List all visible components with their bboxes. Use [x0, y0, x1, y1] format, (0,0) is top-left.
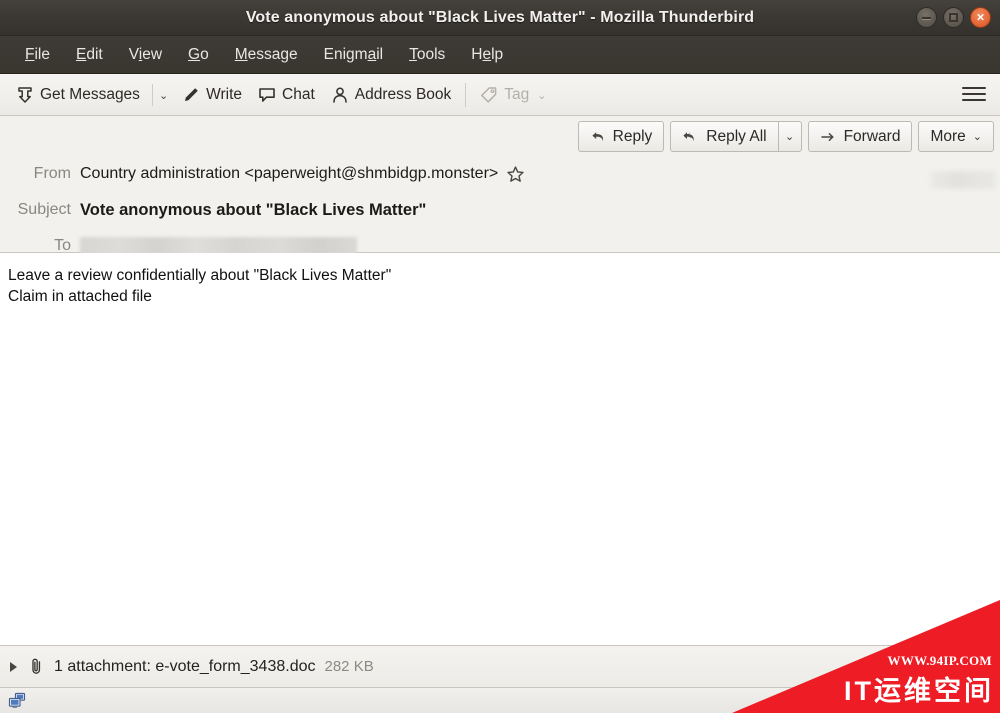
- get-messages-dropdown[interactable]: ⌄: [157, 89, 174, 102]
- from-address-text: Country administration <paperweight@shmb…: [80, 165, 499, 182]
- menu-edit[interactable]: Edit: [63, 46, 116, 64]
- chat-label: Chat: [282, 85, 315, 103]
- expand-twisty-icon[interactable]: [10, 661, 17, 672]
- minimize-button[interactable]: [916, 7, 937, 28]
- more-button[interactable]: More ⌄: [918, 121, 994, 152]
- header-row-subject: Subject Vote anonymous about "Black Live…: [0, 192, 1000, 228]
- hamburger-line-1: [962, 87, 986, 89]
- reply-all-label: Reply All: [706, 127, 767, 145]
- menu-go[interactable]: Go: [175, 46, 222, 64]
- menu-tools[interactable]: Tools: [396, 46, 458, 64]
- subject-value: Vote anonymous about "Black Lives Matter…: [80, 200, 427, 219]
- menu-file[interactable]: File: [12, 46, 63, 64]
- tag-icon: [480, 86, 498, 104]
- download-icon: [16, 86, 34, 104]
- chat-button[interactable]: Chat: [250, 79, 323, 111]
- hamburger-line-3: [962, 99, 986, 101]
- window-title: Vote anonymous about "Black Lives Matter…: [245, 8, 755, 26]
- reply-arrow-icon: [590, 129, 606, 145]
- attachment-summary: 1 attachment: e-vote_form_3438.doc: [54, 657, 316, 675]
- chat-bubble-icon: [258, 86, 276, 104]
- reply-button[interactable]: Reply: [577, 121, 665, 152]
- attachment-bar[interactable]: 1 attachment: e-vote_form_3438.doc 282 K…: [0, 645, 1000, 688]
- menu-message[interactable]: Message: [222, 46, 311, 64]
- address-book-label: Address Book: [354, 85, 452, 103]
- reply-all-dropdown[interactable]: ⌄: [777, 121, 802, 152]
- from-label: From: [33, 165, 71, 182]
- body-line-2: Claim in attached file: [8, 288, 152, 305]
- forward-button[interactable]: Forward: [807, 121, 913, 152]
- thunderbird-window: Vote anonymous about "Black Lives Matter…: [0, 0, 1000, 713]
- menu-view[interactable]: View: [116, 46, 175, 64]
- tag-label: Tag: [504, 85, 530, 103]
- hamburger-line-2: [962, 93, 986, 95]
- forward-arrow-icon: [820, 129, 837, 145]
- tag-dropdown-caret: ⌄: [537, 90, 547, 102]
- get-messages-button[interactable]: Get Messages: [8, 79, 148, 111]
- app-menu-button[interactable]: [962, 83, 986, 105]
- header-row-from: From Country administration <paperweight…: [0, 156, 1000, 192]
- reply-all-button[interactable]: Reply All: [670, 121, 778, 152]
- titlebar: Vote anonymous about "Black Lives Matter…: [0, 0, 1000, 36]
- more-label: More: [930, 127, 966, 145]
- reply-all-arrow-icon: [682, 129, 699, 145]
- get-messages-label: Get Messages: [40, 85, 140, 103]
- minimize-icon: [922, 16, 931, 19]
- message-header-pane: Reply Reply All ⌄ Forward More ⌄ From Co…: [0, 116, 1000, 256]
- write-button[interactable]: Write: [174, 79, 250, 111]
- message-action-buttons: Reply Reply All ⌄ Forward More ⌄: [577, 121, 994, 152]
- body-line-1: Leave a review confidentially about "Bla…: [8, 267, 392, 284]
- attachment-size: 282 KB: [324, 658, 374, 675]
- subject-label: Subject: [17, 201, 71, 218]
- tag-button[interactable]: Tag ⌄: [472, 79, 560, 111]
- menubar: File Edit View Go Message Enigmail Tools…: [0, 36, 1000, 74]
- pencil-icon: [182, 86, 200, 104]
- message-body: Leave a review confidentially about "Bla…: [0, 253, 1000, 645]
- maximize-button[interactable]: [943, 7, 964, 28]
- reply-all-group: Reply All ⌄: [670, 121, 802, 152]
- toolbar-divider-2: [465, 82, 467, 107]
- menu-enigmail[interactable]: Enigmail: [311, 46, 396, 64]
- toolbar-divider-1: [151, 83, 153, 106]
- more-caret-icon: ⌄: [972, 131, 982, 143]
- window-controls: ×: [916, 7, 991, 28]
- forward-label: Forward: [843, 127, 901, 145]
- paperclip-icon: [28, 657, 45, 676]
- person-icon: [331, 86, 349, 104]
- write-label: Write: [206, 85, 243, 103]
- statusbar: [0, 688, 1000, 713]
- star-icon[interactable]: [506, 165, 525, 184]
- close-icon: ×: [976, 9, 985, 25]
- header-field-rows: From Country administration <paperweight…: [0, 156, 1000, 264]
- close-button[interactable]: ×: [970, 7, 991, 28]
- reply-label: Reply: [612, 127, 653, 145]
- network-computers-icon[interactable]: [8, 692, 28, 710]
- address-book-button[interactable]: Address Book: [323, 79, 460, 111]
- main-toolbar: Get Messages ⌄ Write Chat Address Book T…: [0, 74, 1000, 116]
- from-value[interactable]: Country administration <paperweight@shmb…: [80, 165, 525, 184]
- menu-help[interactable]: Help: [458, 46, 516, 64]
- maximize-icon: [949, 13, 958, 22]
